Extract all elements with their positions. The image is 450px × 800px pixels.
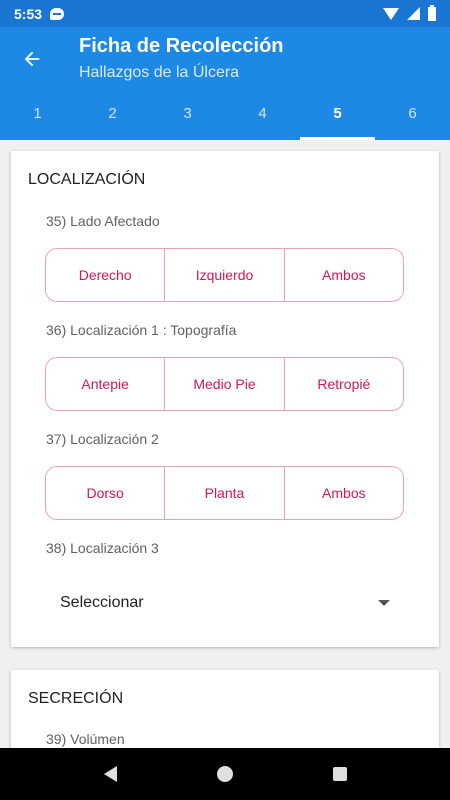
option-dorso-button[interactable]: Dorso — [46, 467, 166, 519]
tab-1[interactable]: 1 — [0, 99, 75, 140]
back-button[interactable] — [14, 41, 50, 77]
localizacion-2-selector: Dorso Planta Ambos — [45, 466, 404, 520]
tab-4[interactable]: 4 — [225, 99, 300, 140]
status-icons — [383, 4, 436, 21]
wifi-icon — [383, 7, 399, 20]
page-title: Ficha de Recolección — [79, 35, 284, 57]
tab-2[interactable]: 2 — [75, 99, 150, 140]
option-ambos-button[interactable]: Ambos — [285, 249, 403, 301]
app-bar: Ficha de Recolección Hallazgos de la Úlc… — [0, 27, 450, 140]
tab-6[interactable]: 6 — [375, 99, 450, 140]
question-36-label: 36) Localización 1 : Topografía — [46, 322, 237, 338]
secrecion-card: SECRECIÓN 39) Volúmen — [11, 670, 439, 748]
section-title-localizacion: LOCALIZACIÓN — [28, 171, 146, 188]
status-time: 5:53 — [14, 5, 43, 22]
dropdown-arrow-icon — [378, 600, 390, 606]
battery-icon — [428, 4, 436, 21]
option-derecho-button[interactable]: Derecho — [46, 249, 166, 301]
nav-home-icon[interactable] — [216, 766, 233, 782]
option-medio-pie-button[interactable]: Medio Pie — [165, 358, 285, 410]
question-38-label: 38) Localización 3 — [46, 540, 159, 556]
tab-bar: 1 2 3 4 5 6 — [0, 99, 450, 140]
status-bar: 5:53 — [0, 0, 450, 27]
question-39-label: 39) Volúmen — [46, 731, 125, 747]
lado-afectado-selector: Derecho Izquierdo Ambos — [45, 248, 404, 302]
localizacion-3-dropdown[interactable]: Seleccionar — [60, 588, 390, 618]
form-content[interactable]: LOCALIZACIÓN 35) Lado Afectado Derecho I… — [0, 140, 450, 748]
message-notification-icon — [50, 7, 65, 20]
nav-recents-icon[interactable] — [332, 767, 347, 781]
topografia-selector: Antepie Medio Pie Retropié — [45, 357, 404, 411]
arrow-left-icon — [24, 51, 40, 67]
option-izquierdo-button[interactable]: Izquierdo — [165, 249, 285, 301]
option-retropie-button[interactable]: Retropié — [285, 358, 403, 410]
localizacion-card: LOCALIZACIÓN 35) Lado Afectado Derecho I… — [11, 151, 439, 647]
page-subtitle: Hallazgos de la Úlcera — [79, 64, 240, 81]
dropdown-value: Seleccionar — [60, 594, 144, 611]
option-planta-button[interactable]: Planta — [165, 467, 285, 519]
question-37-label: 37) Localización 2 — [46, 431, 159, 447]
section-title-secrecion: SECRECIÓN — [28, 690, 124, 707]
tab-3[interactable]: 3 — [150, 99, 225, 140]
system-nav-bar — [0, 748, 450, 800]
option-ambos-button-2[interactable]: Ambos — [285, 467, 403, 519]
nav-back-icon[interactable] — [103, 766, 117, 782]
tab-5[interactable]: 5 — [300, 99, 375, 140]
option-antepie-button[interactable]: Antepie — [46, 358, 166, 410]
question-35-label: 35) Lado Afectado — [46, 213, 160, 229]
signal-icon — [407, 7, 420, 20]
